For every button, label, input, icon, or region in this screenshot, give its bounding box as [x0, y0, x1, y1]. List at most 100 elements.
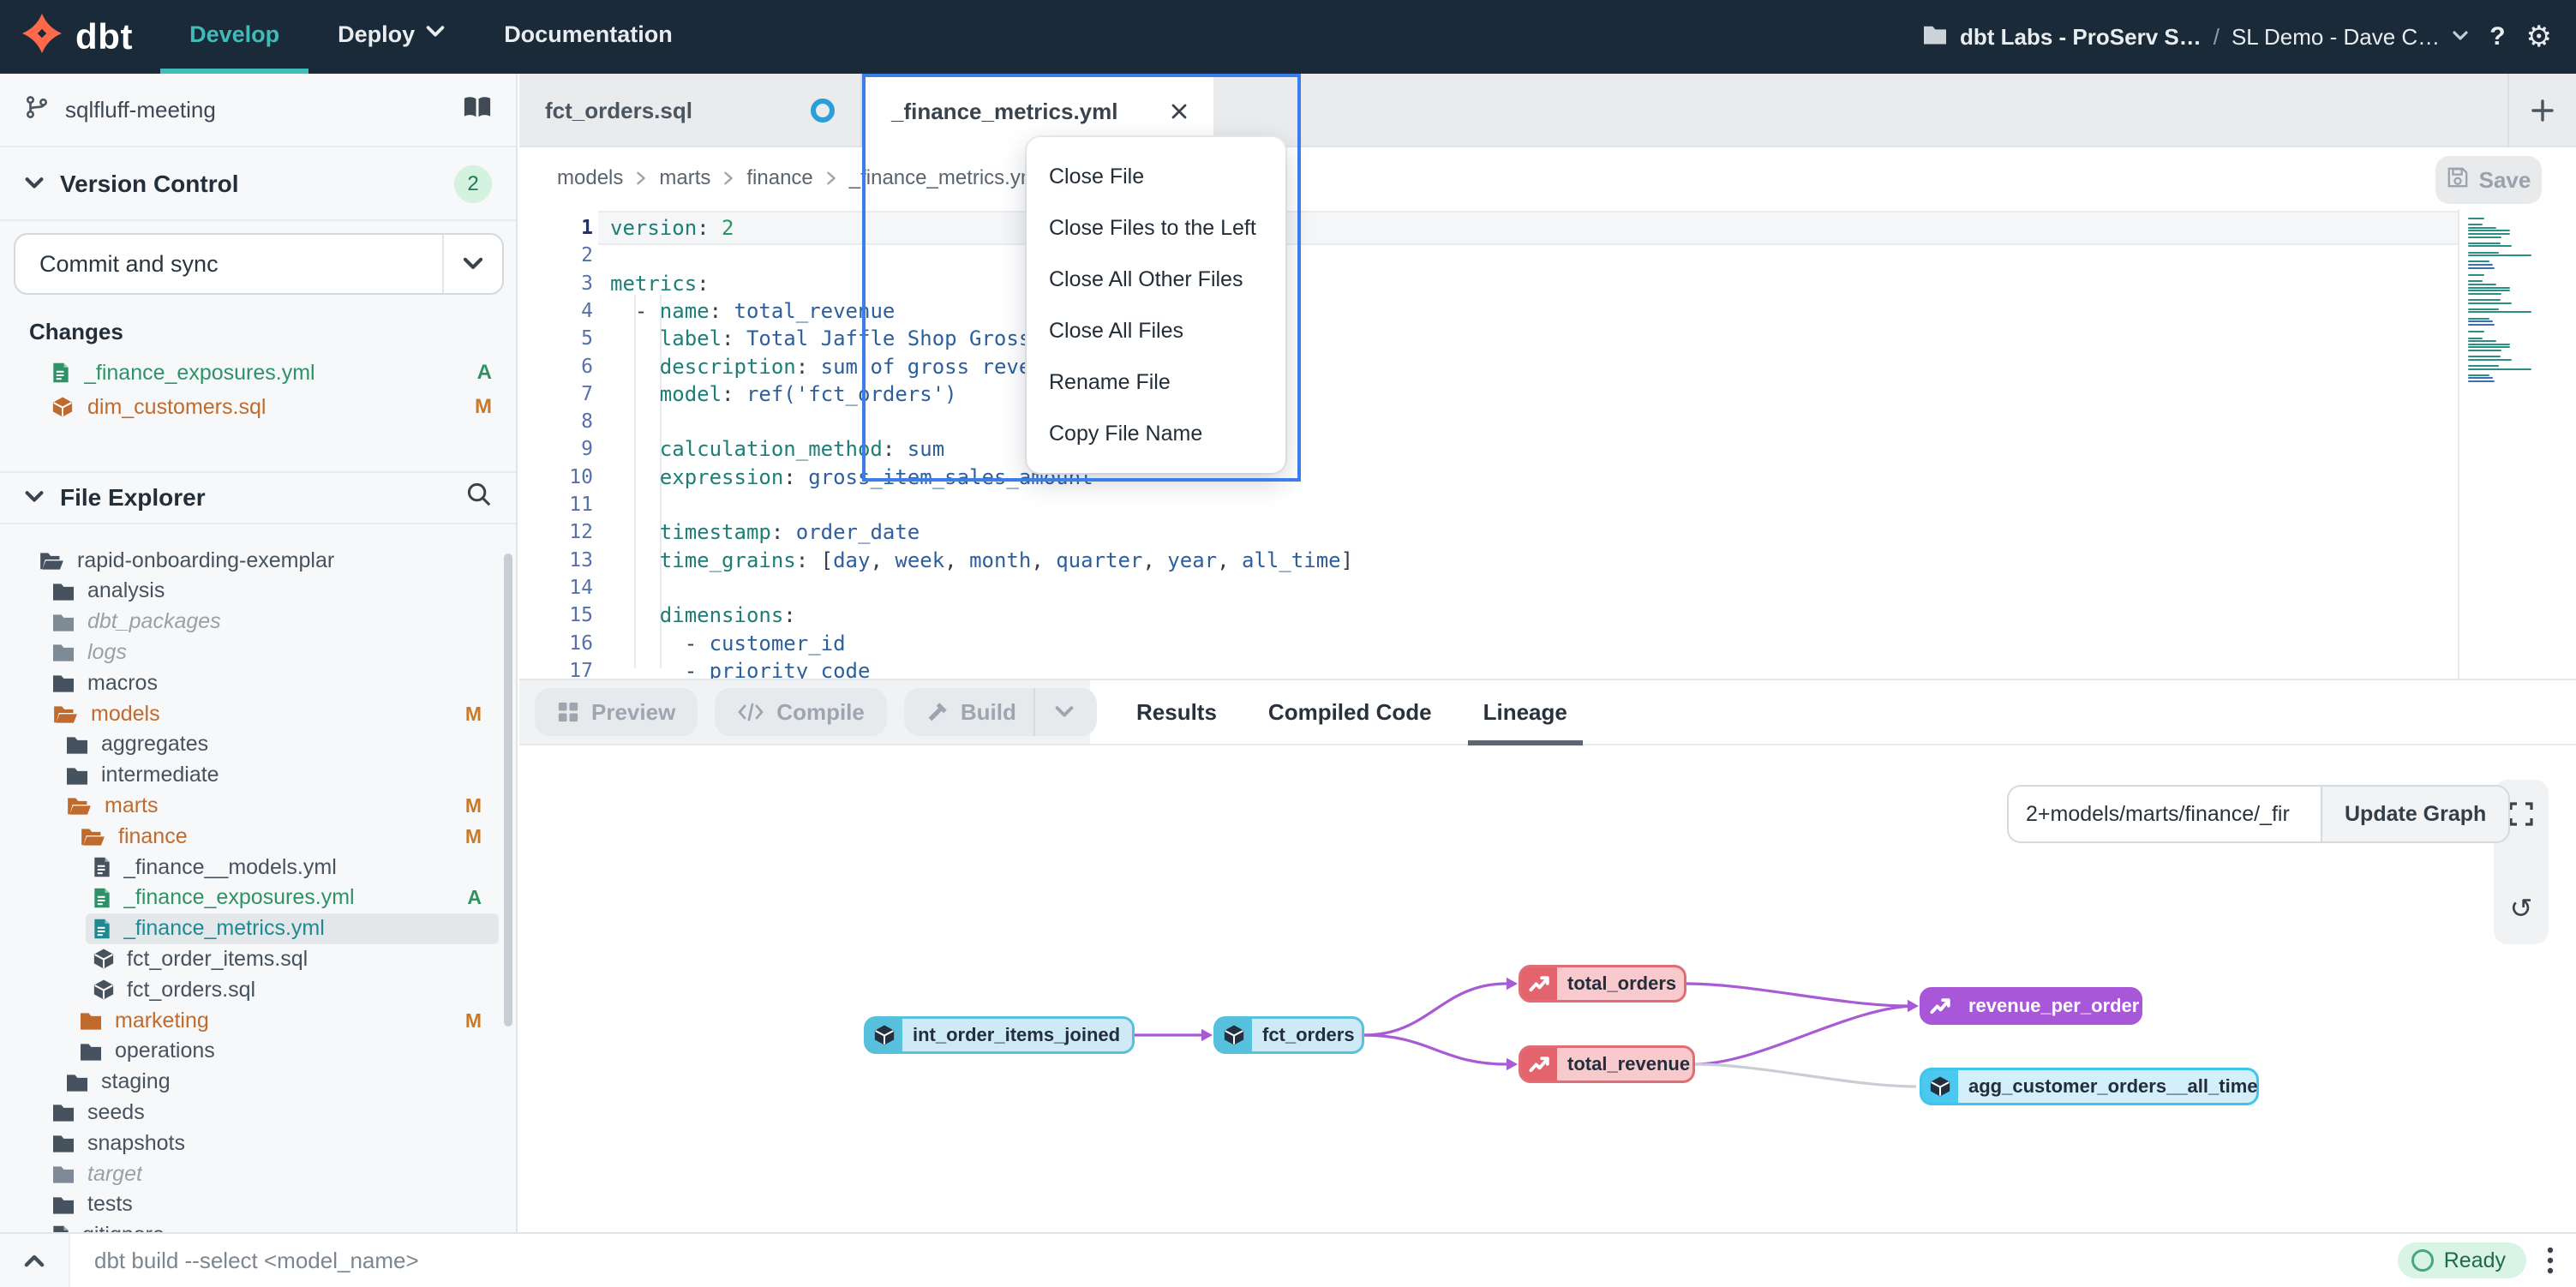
nav-item-documentation[interactable]: Documentation [475, 0, 702, 74]
folder-icon [51, 581, 75, 602]
code-line-6[interactable]: 6 description: sum of gross revenue [519, 353, 2458, 380]
changed-file-row[interactable]: dim_customers.sqlM [0, 391, 516, 423]
search-icon[interactable] [466, 482, 492, 514]
status-badge[interactable]: Ready [2398, 1242, 2526, 1278]
tree-folder-operations[interactable]: operations [0, 1036, 499, 1067]
panel-tab-compiled-code[interactable]: Compiled Code [1268, 680, 1432, 744]
chevron-up-icon[interactable] [0, 1234, 70, 1287]
tree-folder-staging[interactable]: staging [0, 1067, 499, 1098]
tree-folder-snapshots[interactable]: snapshots [0, 1128, 499, 1158]
line-number: 1 [519, 214, 593, 242]
lineage-node-revenue_per_order[interactable]: revenue_per_order [1920, 987, 2142, 1025]
tree-file-fct_orders.sql[interactable]: fct_orders.sql [0, 974, 499, 1005]
code-line-14[interactable]: 14 [519, 574, 2458, 602]
tree-file-_finance_metrics.yml[interactable]: _finance_metrics.yml [0, 913, 499, 944]
panel-tab-lineage[interactable]: Lineage [1483, 680, 1567, 744]
code-editor[interactable]: 1version: 223metrics:4 - name: total_rev… [519, 209, 2576, 679]
gear-icon[interactable]: ⚙ [2526, 22, 2552, 51]
tree-folder-intermediate[interactable]: intermediate [0, 760, 499, 791]
help-icon[interactable]: ? [2489, 22, 2505, 51]
tree-folder-aggregates[interactable]: aggregates [0, 729, 499, 760]
preview-button[interactable]: Preview [535, 688, 698, 736]
git-branch-row[interactable]: sqlfluff-meeting [0, 74, 516, 147]
folder-open-icon [65, 795, 93, 816]
tree-folder-seeds[interactable]: seeds [0, 1097, 499, 1128]
minimap-line [2468, 368, 2531, 370]
code-line-4[interactable]: 4 - name: total_revenue [519, 297, 2458, 325]
tree-folder-rapid-onboarding-exemplar[interactable]: rapid-onboarding-exemplar [0, 545, 499, 576]
tree-file-_finance__models.yml[interactable]: _finance__models.yml [0, 852, 499, 883]
dbt-logo[interactable]: dbt [0, 12, 160, 62]
chevron-right-icon [722, 171, 734, 186]
editor-tab-fct_orders.sql[interactable]: fct_orders.sql [519, 74, 862, 147]
lineage-node-int_order_items_joined[interactable]: int_order_items_joined [864, 1016, 1135, 1054]
node-label: total_revenue [1557, 1053, 1704, 1075]
code-line-13[interactable]: 13 time_grains: [day, week, month, quart… [519, 547, 2458, 574]
panel-tab-results[interactable]: Results [1136, 680, 1217, 744]
code-line-7[interactable]: 7 model: ref('fct_orders') [519, 380, 2458, 408]
code-line-5[interactable]: 5 label: Total Jaffle Shop Gross Re [519, 325, 2458, 352]
results-panel-tabs: Results Compiled Code Lineage [1136, 680, 1567, 744]
breadcrumb-item[interactable]: marts [659, 166, 710, 190]
code-line-3[interactable]: 3metrics: [519, 270, 2458, 297]
account-project-picker[interactable]: dbt Labs - ProServ S… / SL Demo - Dave C… [1922, 23, 2469, 51]
lineage-node-total_revenue[interactable]: total_revenue [1519, 1045, 1695, 1083]
reset-view-icon[interactable]: ↺ [2510, 895, 2533, 922]
tree-folder-dbt_packages[interactable]: dbt_packages [0, 607, 499, 638]
lineage-selector-input[interactable]: 2+models/marts/finance/_fir [2007, 785, 2321, 843]
changed-file-row[interactable]: _finance_exposures.ymlA [0, 356, 516, 389]
nav-item-deploy[interactable]: Deploy [309, 0, 475, 74]
commit-options-chevron[interactable] [442, 235, 502, 293]
nav-item-develop[interactable]: Develop [160, 0, 309, 74]
tree-folder-marts[interactable]: martsM [0, 790, 499, 821]
tree-folder-target[interactable]: target [0, 1158, 499, 1189]
line-number: 12 [519, 518, 593, 546]
metric-icon [1922, 990, 1958, 1022]
folder-open-icon [79, 826, 106, 847]
editor-minimap[interactable] [2458, 209, 2576, 679]
lineage-panel: 2+models/marts/finance/_fir Update Graph… [519, 745, 2576, 1232]
tree-folder-macros[interactable]: macros [0, 667, 499, 698]
lineage-node-total_orders[interactable]: total_orders [1519, 965, 1686, 1003]
file-explorer-header[interactable]: File Explorer [0, 471, 516, 524]
tree-file-_finance_exposures.yml[interactable]: _finance_exposures.ymlA [0, 883, 499, 913]
build-options-chevron[interactable] [1033, 688, 1075, 736]
tree-folder-tests[interactable]: tests [0, 1189, 499, 1220]
docs-book-icon[interactable] [463, 95, 492, 125]
breadcrumb-item[interactable]: models [557, 166, 623, 190]
kebab-menu-icon[interactable] [2547, 1247, 2554, 1274]
version-control-header[interactable]: Version Control 2 [0, 149, 516, 221]
tree-file-gitignore[interactable]: gitignore [0, 1220, 499, 1232]
code-line-9[interactable]: 9 calculation_method: sum [519, 435, 2458, 463]
chevron-right-icon [825, 171, 837, 186]
tree-folder-analysis[interactable]: analysis [0, 576, 499, 607]
sidebar-scrollbar[interactable] [504, 554, 512, 1027]
compile-button[interactable]: Compile [715, 688, 887, 736]
command-input[interactable]: dbt build --select <model_name> [70, 1248, 2398, 1274]
code-line-15[interactable]: 15 dimensions: [519, 602, 2458, 629]
code-line-1[interactable]: 1version: 2 [519, 214, 2458, 242]
line-number: 11 [519, 491, 593, 518]
code-line-11[interactable]: 11 [519, 491, 2458, 518]
tree-folder-logs[interactable]: logs [0, 637, 499, 667]
commit-and-sync-button[interactable]: Commit and sync [14, 233, 504, 295]
lineage-node-agg_customer_orders__all_time[interactable]: agg_customer_orders__all_time [1920, 1068, 2259, 1105]
code-line-10[interactable]: 10 expression: gross_item_sales_amount [519, 464, 2458, 491]
tree-folder-models[interactable]: modelsM [0, 698, 499, 729]
save-button[interactable]: Save [2435, 156, 2542, 204]
code-line-16[interactable]: 16 - customer_id [519, 630, 2458, 657]
code-line-12[interactable]: 12 timestamp: order_date [519, 518, 2458, 546]
build-button[interactable]: Build [904, 688, 1097, 736]
folder-icon [65, 1072, 89, 1092]
tree-folder-marketing[interactable]: marketingM [0, 1005, 499, 1036]
new-tab-button[interactable] [2507, 74, 2576, 147]
code-line-2[interactable]: 2 [519, 242, 2458, 269]
lineage-node-fct_orders[interactable]: fct_orders [1213, 1016, 1364, 1054]
breadcrumb-item[interactable]: finance [746, 166, 812, 190]
update-graph-button[interactable]: Update Graph [2321, 785, 2510, 843]
code-line-17[interactable]: 17 - priority_code [519, 657, 2458, 679]
tree-folder-finance[interactable]: financeM [0, 821, 499, 852]
code-line-8[interactable]: 8 [519, 408, 2458, 435]
tree-file-fct_order_items.sql[interactable]: fct_order_items.sql [0, 943, 499, 974]
fullscreen-icon[interactable] [2509, 802, 2533, 826]
